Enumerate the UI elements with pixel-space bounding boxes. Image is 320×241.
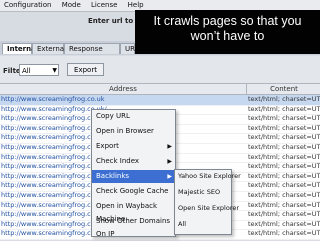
row-content: text/html; charset=UTF-8 [248,229,320,238]
menu-license[interactable]: License [87,1,121,9]
menu-item-label: Open in Browser [96,127,154,135]
menu-item-label: Export [96,142,119,150]
submenu-item-yahoo-site-explorer[interactable]: Yahoo Site Explorer [175,170,241,183]
chevron-right-icon: ▶ [167,143,172,150]
menu-item-label: Check Google Cache [96,187,169,195]
caption-line-2: won’t have to [190,29,265,43]
menu-item-copy-url[interactable]: Copy URL [92,110,175,123]
row-content: text/html; charset=UTF-8 [248,114,320,123]
tab-response-codes[interactable]: Response Codes [64,43,120,64]
row-content: text/html; charset=UTF-8 [248,152,320,161]
row-content: text/html; charset=UTF-8 [248,171,320,180]
tab-external[interactable]: External [32,43,66,54]
chevron-down-icon: ▼ [52,67,57,74]
caption-line-1: It crawls pages so that you [153,14,302,28]
row-content: text/html; charset=UTF-8 [248,143,320,151]
filter-select[interactable]: All ▼ [19,64,59,76]
menu-item-backlinks[interactable]: Backlinks ▶ [92,170,175,183]
row-content: text/html; charset=UTF-8 [248,95,320,103]
row-content: text/html; charset=UTF-8 [248,123,320,132]
submenu-item-all[interactable]: All [175,218,231,231]
table-header: Address Content [0,84,320,95]
menu-item-show-other-domains[interactable]: Show Other Domains On IP [92,215,175,238]
menu-mode[interactable]: Mode [58,1,85,9]
menu-item-label: Copy URL [96,112,130,120]
chevron-right-icon: ▶ [167,158,172,165]
column-address[interactable]: Address [0,84,247,94]
submenu-item-open-site-explorer[interactable]: Open Site Explorer [175,202,239,215]
menu-item-open-in-browser[interactable]: Open in Browser [92,125,175,138]
row-content: text/html; charset=UTF-8 [248,210,320,219]
caption-overlay: It crawls pages so that you won’t have t… [135,10,320,54]
menu-item-label: Show Other Domains On IP [96,217,171,238]
context-menu: Copy URL Open in Browser Export ▶ Check I… [91,109,176,238]
menu-configuration[interactable]: Configuration [0,1,55,9]
menu-item-label: Backlinks [96,172,130,180]
menu-help[interactable]: Help [124,1,148,9]
row-content: text/html; charset=UTF-8 [248,181,320,190]
tab-internal[interactable]: Internal [2,43,38,54]
chevron-right-icon: ▶ [167,173,172,180]
filter-selected-value: All [22,67,31,75]
row-content: text/html; charset=UTF-8 [248,104,320,113]
menu-item-check-index[interactable]: Check Index ▶ [92,155,175,168]
column-content[interactable]: Content [248,84,320,94]
row-url: http://www.screamingfrog.co.uk [1,95,105,103]
export-button[interactable]: Export [67,63,104,76]
submenu-item-majestic-seo[interactable]: Majestic SEO [175,186,231,199]
menu-item-check-google-cache[interactable]: Check Google Cache [92,185,175,198]
backlinks-submenu: Yahoo Site Explorer Majestic SEO Open Si… [174,169,241,235]
row-content: text/html; charset=UTF-8 [248,133,320,142]
row-content: text/html; charset=UTF-8 [248,162,320,171]
tab-uri[interactable]: URI [120,43,137,54]
row-content: text/html; charset=UTF-8 [248,191,320,199]
menu-item-label: Check Index [96,157,140,165]
row-content: text/html; charset=UTF-8 [248,200,320,209]
menu-item-export[interactable]: Export ▶ [92,140,175,153]
menu-item-open-wayback-machine[interactable]: Open in Wayback Machine [92,200,175,223]
row-content: text/html; charset=UTF-8 [248,219,320,228]
